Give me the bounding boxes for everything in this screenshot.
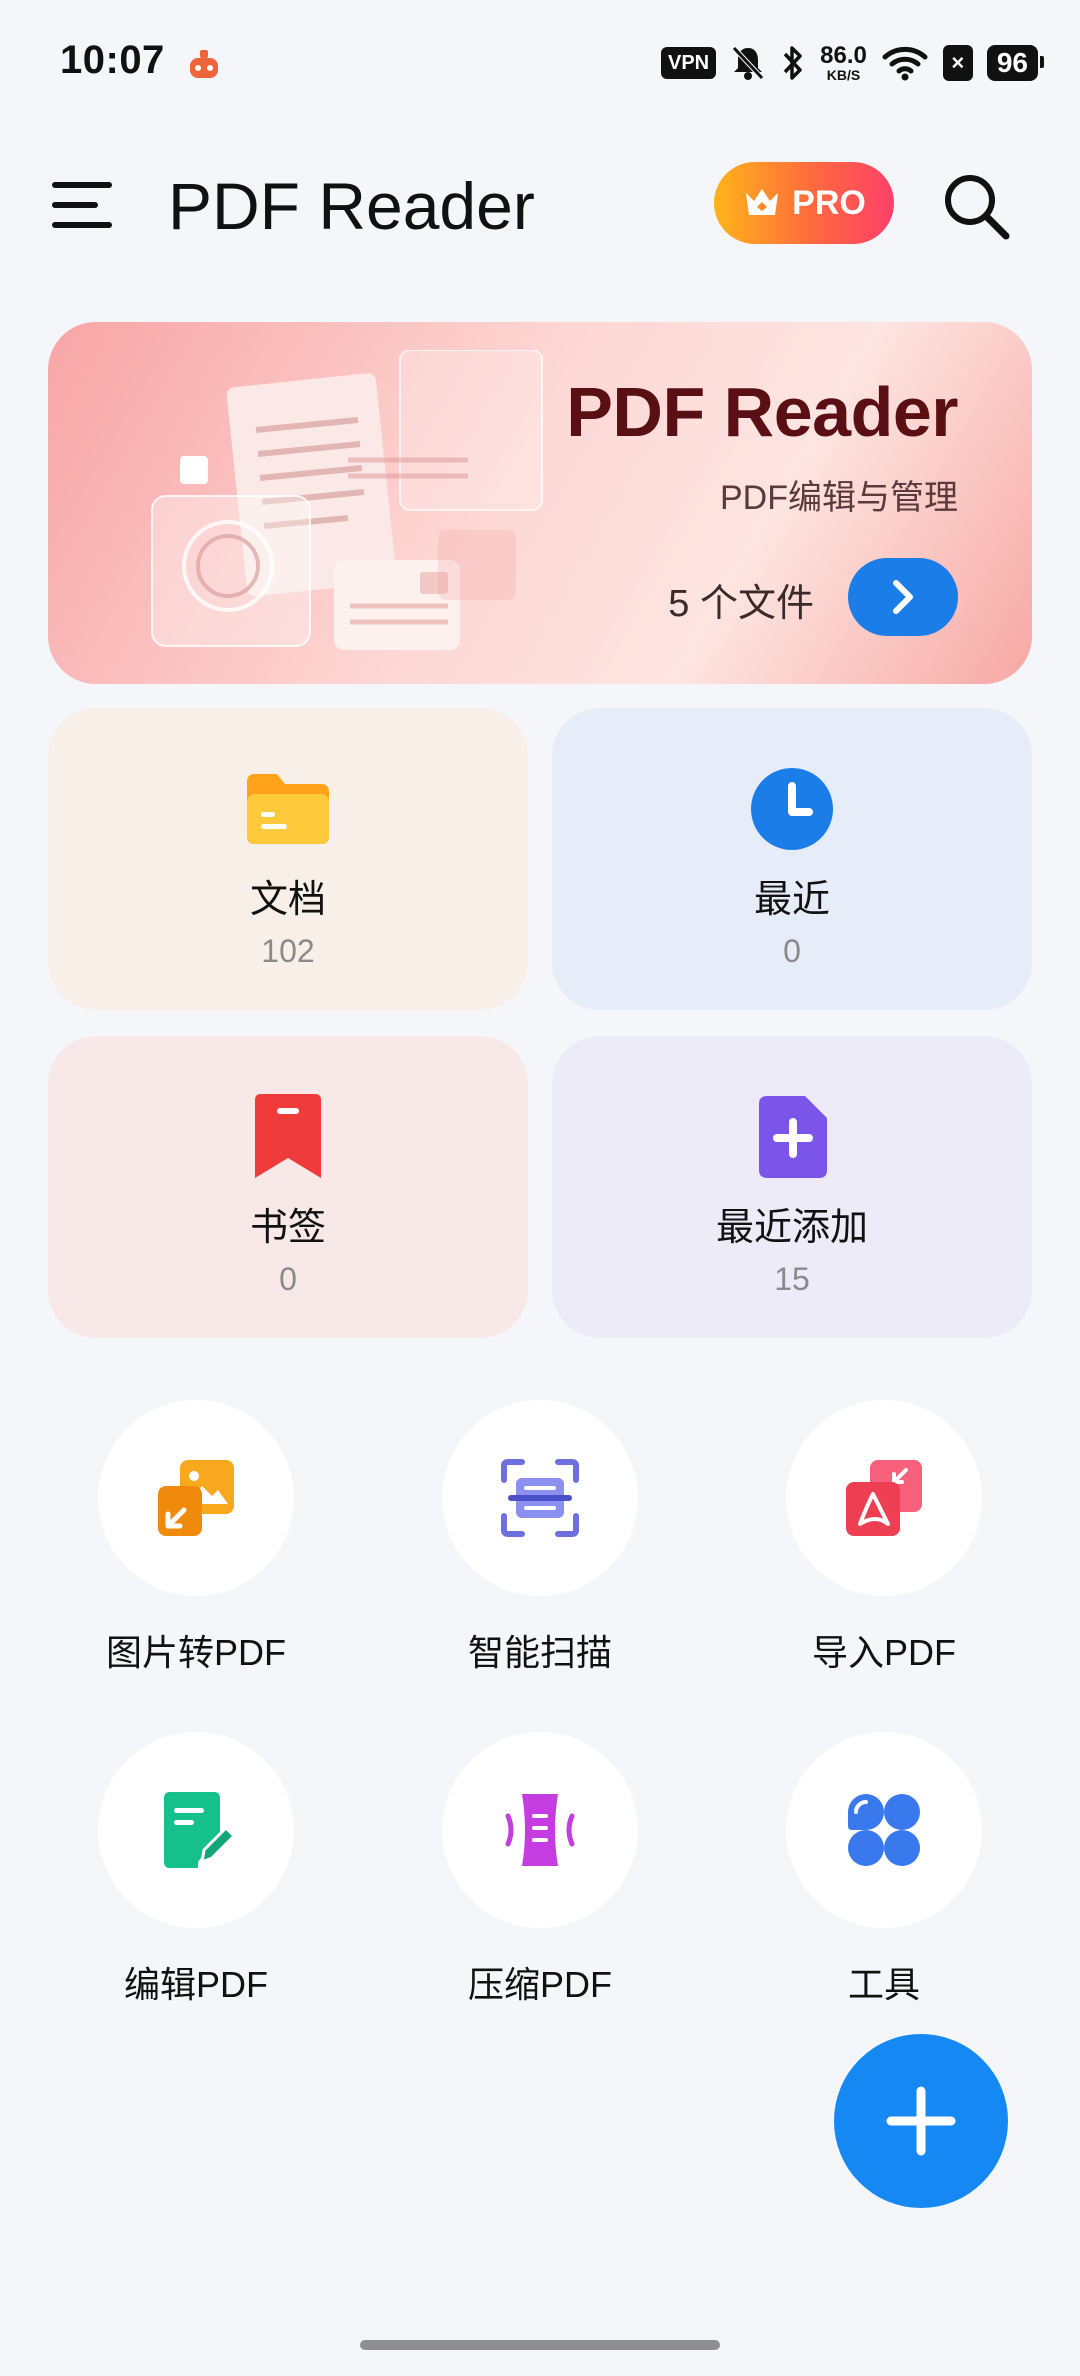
category-count: 102 [261, 933, 315, 969]
menu-icon[interactable] [52, 182, 116, 228]
tool-icon-circle [442, 1400, 638, 1596]
tool-label: 压缩PDF [467, 1964, 612, 2005]
tool-smart-scan[interactable]: 智能扫描 [390, 1400, 690, 1676]
tool-icon-circle [786, 1732, 982, 1928]
banner-subtitle: PDF编辑与管理 [720, 479, 958, 517]
tool-label: 工具 [847, 1964, 920, 2005]
app-bar: PDF Reader PRO [0, 150, 1080, 260]
category-count: 0 [279, 1261, 297, 1297]
category-label: 最近 [753, 879, 830, 921]
banner-open-button[interactable] [848, 558, 958, 636]
tool-icon-circle [98, 1732, 294, 1928]
chevron-right-icon [893, 580, 913, 614]
clock-icon [751, 768, 833, 850]
compress-pdf-icon [505, 1794, 575, 1866]
category-bookmarks[interactable]: 书签 0 [48, 1036, 528, 1338]
status-time: 10:07 [60, 38, 165, 82]
tool-icon-circle [98, 1400, 294, 1596]
category-label: 书签 [249, 1207, 326, 1249]
home-indicator[interactable] [360, 2340, 720, 2350]
tools-grid-icon [848, 1794, 920, 1866]
promo-banner[interactable]: PDF Reader PDF编辑与管理 5 个文件 [48, 322, 1032, 684]
app-title: PDF Reader [168, 169, 535, 243]
mute-bell-icon [732, 46, 764, 80]
pro-label: PRO [792, 183, 866, 222]
status-icons: VPN 86.0 KB/S × 96 [661, 40, 1045, 86]
add-fab[interactable] [834, 2034, 1008, 2208]
bookmark-icon [255, 1094, 321, 1178]
category-recent[interactable]: 最近 0 [552, 708, 1032, 1010]
tool-compress-pdf[interactable]: 压缩PDF [390, 1732, 690, 2008]
bluetooth-icon [783, 46, 802, 80]
banner-title: PDF Reader [566, 373, 958, 451]
tool-icon-circle [786, 1400, 982, 1596]
tool-icon-circle [442, 1732, 638, 1928]
folder-icon [247, 774, 329, 844]
x-badge-icon: × [942, 45, 973, 81]
category-label: 文档 [249, 879, 326, 921]
add-file-icon [759, 1096, 827, 1178]
app-notification-icon [190, 50, 218, 78]
battery-icon: 96 [986, 45, 1045, 81]
image-to-pdf-icon [158, 1460, 234, 1536]
pro-button[interactable]: PRO [714, 162, 894, 244]
tool-label: 智能扫描 [467, 1632, 612, 1673]
wifi-icon [882, 46, 928, 81]
category-recently-added[interactable]: 最近添加 15 [552, 1036, 1032, 1338]
category-count: 15 [774, 1261, 810, 1297]
crown-icon [746, 189, 779, 215]
category-documents[interactable]: 文档 102 [48, 708, 528, 1010]
category-label: 最近添加 [715, 1207, 868, 1249]
tool-image-to-pdf[interactable]: 图片转PDF [46, 1400, 346, 1676]
banner-document-illustration [151, 350, 543, 650]
network-speed: 86.0 KB/S [820, 42, 867, 83]
tool-import-pdf[interactable]: 导入PDF [734, 1400, 1034, 1676]
plus-icon [886, 2086, 956, 2156]
edit-pdf-icon [164, 1792, 237, 1868]
tool-tools[interactable]: 工具 [734, 1732, 1034, 2008]
tool-label: 导入PDF [811, 1632, 956, 1673]
search-icon[interactable] [940, 170, 1012, 242]
vpn-icon: VPN [661, 47, 717, 79]
status-bar: 10:07 VPN 86.0 KB/S × 96 [0, 0, 1080, 130]
tool-label: 图片转PDF [105, 1632, 286, 1673]
tool-label: 编辑PDF [123, 1964, 268, 2005]
banner-file-count: 5 个文件 [668, 583, 814, 625]
import-pdf-icon [846, 1460, 922, 1536]
scan-icon [501, 1459, 579, 1537]
tool-edit-pdf[interactable]: 编辑PDF [46, 1732, 346, 2008]
category-count: 0 [783, 933, 801, 969]
